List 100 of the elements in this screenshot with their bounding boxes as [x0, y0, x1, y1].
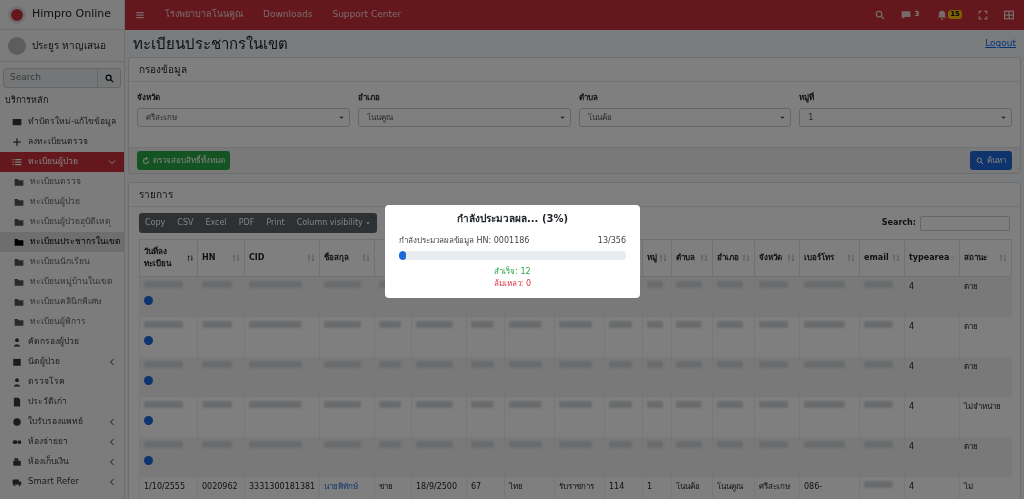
- sort-icon: [700, 254, 708, 262]
- table-cell: 4: [909, 361, 915, 371]
- select-field[interactable]: 1: [799, 108, 1012, 127]
- sidebar-item[interactable]: ประวัติเก่า: [0, 391, 124, 412]
- column-header[interactable]: อำเภอ: [717, 252, 739, 264]
- sort-icon: [232, 254, 240, 262]
- caret-icon: [365, 219, 372, 226]
- id-card-icon: [12, 116, 22, 127]
- sidebar-subitem[interactable]: ทะเบียนคลินิกพิเศษ: [0, 291, 124, 312]
- sort-icon: [362, 254, 370, 262]
- expand-icon: [978, 10, 988, 20]
- table-cell: 1: [647, 481, 653, 491]
- field-label: จังหวัด: [137, 92, 161, 104]
- search-button[interactable]: ค้นหา: [970, 151, 1012, 170]
- person-icon: [12, 336, 22, 347]
- sidebar-item[interactable]: ใบรับรองแพทย์: [0, 411, 124, 432]
- column-header[interactable]: สถานะ: [964, 252, 987, 264]
- column-header[interactable]: หมู่: [647, 252, 657, 264]
- sort-icon: [742, 254, 750, 262]
- cash-register-icon: [12, 456, 22, 467]
- sidebar-item[interactable]: ทำบัตรใหม่-แก้ไขข้อมูล: [0, 111, 124, 132]
- user-name[interactable]: ประยูร หาญเสนอ: [32, 38, 107, 53]
- expand-row-icon[interactable]: [144, 375, 153, 385]
- table-cell: 18/9/2500: [416, 481, 458, 491]
- table-cell: โนนคูณ: [717, 481, 743, 491]
- sidebar-search-field[interactable]: Search: [3, 68, 98, 88]
- select-field[interactable]: โนนค้อ: [578, 108, 792, 127]
- select-field[interactable]: โนนคูณ: [357, 108, 571, 127]
- progress-count: 13/356: [597, 235, 626, 247]
- sidebar-item[interactable]: ห้องจ่ายยา: [0, 431, 124, 452]
- sidebar-subitem[interactable]: ทะเบียนผู้ป่วย: [0, 191, 124, 212]
- export-button[interactable]: Excel: [199, 213, 233, 233]
- select-field[interactable]: ศรีสะเกษ: [137, 108, 350, 127]
- sidebar-item[interactable]: นัดผู้ป่วย: [0, 351, 124, 372]
- sidebar-subitem[interactable]: ทะเบียนหมู่บ้านในเขต: [0, 271, 124, 292]
- sort-icon: [847, 254, 855, 262]
- table-cell: ชาย: [379, 481, 393, 491]
- export-button[interactable]: Print: [260, 213, 291, 233]
- sidebar-item[interactable]: ลงทะเบียนตรวจ: [0, 131, 124, 152]
- sidebar-subitem[interactable]: ทะเบียนผู้พิการ: [0, 311, 124, 332]
- table-cell: 4: [909, 441, 915, 451]
- column-header[interactable]: ตำบล: [676, 252, 695, 264]
- table-cell: 4: [909, 282, 915, 291]
- plus-icon: [12, 136, 22, 147]
- sort-icon: [659, 254, 667, 262]
- table-cell: ไทย: [509, 481, 523, 491]
- export-button[interactable]: Copy: [139, 213, 172, 233]
- table-cell: 1/10/2555: [144, 481, 186, 491]
- chat-icon: [901, 10, 912, 20]
- export-button[interactable]: PDF: [232, 213, 261, 233]
- sidebar-item[interactable]: คัดกรองผู้ป่วย: [0, 331, 124, 352]
- page-title: ทะเบียนประชากรในเขต: [133, 35, 288, 53]
- search-button[interactable]: [98, 68, 121, 88]
- expand-row-icon[interactable]: [144, 296, 153, 305]
- search-label: Search:: [881, 217, 916, 229]
- folder-icon: [14, 176, 24, 187]
- table-cell: 4: [909, 481, 915, 491]
- nav-link[interactable]: โรงพยาบาลโนนคูณ: [165, 8, 243, 22]
- sidebar-item[interactable]: ตรวจโรค: [0, 371, 124, 392]
- sidebar-subitem[interactable]: ทะเบียนประชากรในเขต: [0, 231, 124, 252]
- column-header[interactable]: HN: [202, 252, 216, 264]
- field-label: ตำบล: [578, 92, 599, 104]
- folder-icon: [14, 236, 24, 247]
- column-header[interactable]: CID: [249, 252, 265, 264]
- table-cell: 4: [909, 401, 915, 411]
- calendar-icon: [12, 356, 22, 367]
- table-cell: 3331300181381: [249, 481, 316, 491]
- folder-icon: [14, 316, 24, 327]
- sidebar-item[interactable]: ทะเบียนผู้ป่วย: [0, 151, 124, 172]
- search-field[interactable]: [920, 215, 1010, 231]
- nav-link[interactable]: Downloads: [263, 8, 313, 22]
- export-button[interactable]: CSV: [171, 213, 200, 233]
- check-rights-button[interactable]: ตรวจสอบสิทธิ์ทั้งหมด: [137, 151, 230, 170]
- column-header[interactable]: email: [864, 252, 889, 264]
- column-header[interactable]: ชื่อสกุล: [324, 252, 349, 264]
- patient-name-link[interactable]: นายพิทักษ์: [324, 481, 358, 491]
- sort-icon: [892, 254, 900, 262]
- column-visibility-button[interactable]: Column visibility: [290, 213, 378, 233]
- table-cell: โนนค้อ: [676, 481, 700, 491]
- nav-link[interactable]: Support Center: [332, 8, 402, 22]
- list-icon: [12, 156, 22, 167]
- column-header[interactable]: เบอร์โทร: [804, 252, 834, 264]
- card-title: กรองข้อมูล: [129, 58, 1020, 82]
- expand-row-icon[interactable]: [144, 415, 153, 425]
- menu-icon: [135, 10, 145, 20]
- bell-icon: [937, 10, 948, 20]
- brand-name: Himpro Online: [32, 6, 111, 23]
- logout-link[interactable]: Logout: [985, 37, 1016, 51]
- logo-icon: [8, 5, 26, 24]
- sidebar-subitem[interactable]: ทะเบียนผู้ป่วยอุบัติเหตุ: [0, 211, 124, 232]
- sidebar-item[interactable]: Smart Refer: [0, 471, 124, 492]
- sidebar-item[interactable]: ห้องเก็บเงิน: [0, 451, 124, 472]
- table-cell: 086-: [804, 481, 823, 491]
- expand-row-icon[interactable]: [144, 455, 153, 465]
- person-icon: [12, 376, 22, 387]
- column-header[interactable]: จังหวัด: [759, 252, 782, 264]
- folder-icon: [14, 216, 24, 227]
- table-cell: ตาย: [964, 321, 978, 331]
- expand-row-icon[interactable]: [144, 335, 153, 345]
- sort-icon: [186, 254, 193, 262]
